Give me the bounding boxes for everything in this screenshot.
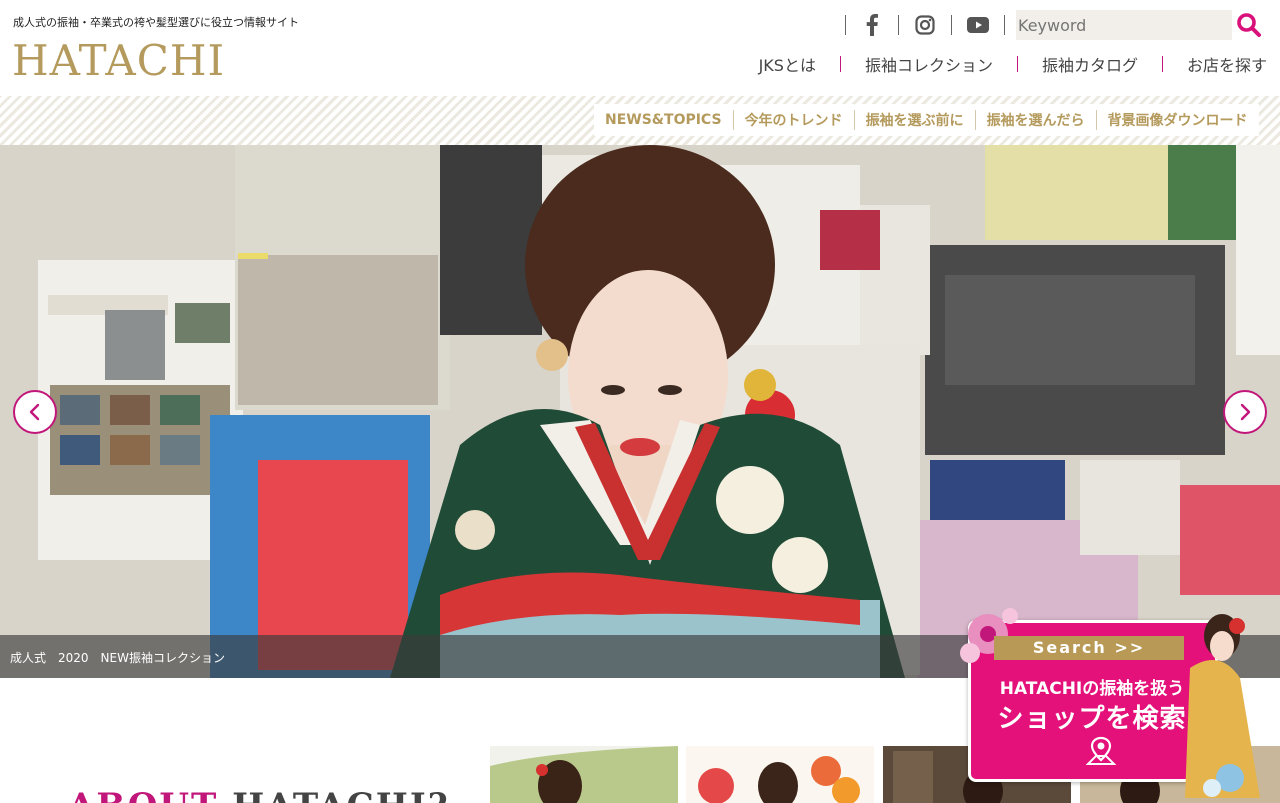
site-header: 成人式の振袖・卒業式の袴や髪型選びに役立つ情報サイト HATACHI JKSとは… — [0, 0, 1280, 96]
site-tagline: 成人式の振袖・卒業式の袴や髪型選びに役立つ情報サイト — [13, 16, 299, 29]
divider — [1161, 56, 1163, 72]
thumbnail-image — [490, 746, 678, 803]
map-pin-icon — [1084, 734, 1118, 772]
slider-prev-button[interactable] — [13, 390, 57, 434]
subnav-item-before-choosing[interactable]: 振袖を選ぶ前に — [855, 110, 975, 130]
divider — [839, 56, 841, 72]
subnav-item-wallpaper-download[interactable]: 背景画像ダウンロード — [1097, 110, 1259, 130]
search-box — [1016, 10, 1266, 40]
nav-item-catalog[interactable]: 振袖カタログ — [1029, 52, 1151, 76]
sub-nav: NEWS&TOPICS 今年のトレンド 振袖を選ぶ前に 振袖を選んだら 背景画像… — [594, 104, 1259, 136]
instagram-icon[interactable] — [899, 15, 951, 35]
divider — [1004, 15, 1005, 35]
slider-next-button[interactable] — [1223, 390, 1267, 434]
divider — [1016, 56, 1018, 72]
social-links — [845, 12, 1005, 38]
thumbnail[interactable] — [686, 746, 874, 803]
about-heading-part1: ABOUT — [68, 786, 218, 803]
search-input[interactable] — [1016, 10, 1232, 40]
chevron-left-icon — [29, 403, 40, 421]
search-icon[interactable] — [1232, 10, 1266, 40]
hero-slider[interactable] — [0, 145, 1280, 678]
about-heading: ABOUT HATACHI? — [68, 786, 450, 803]
nav-item-collection[interactable]: 振袖コレクション — [852, 52, 1006, 76]
main-nav: JKSとは 振袖コレクション 振袖カタログ お店を探す — [746, 52, 1267, 76]
thumbnail-image — [686, 746, 874, 803]
site-logo[interactable]: HATACHI — [12, 36, 225, 85]
badge-line2: ショップを検索 — [997, 704, 1187, 734]
nav-item-about-jks[interactable]: JKSとは — [746, 52, 829, 76]
hero-image — [0, 145, 1280, 678]
about-heading-part2: HATACHI? — [232, 786, 449, 803]
shop-search-badge[interactable]: Search >> HATACHIの振袖を扱う ショップを検索 — [960, 608, 1260, 798]
subnav-item-trend[interactable]: 今年のトレンド — [734, 110, 854, 130]
subnav-item-after-choosing[interactable]: 振袖を選んだら — [976, 110, 1096, 130]
badge-heading: Search >> — [994, 636, 1184, 660]
youtube-icon[interactable] — [952, 17, 1004, 33]
thumbnail[interactable] — [490, 746, 678, 803]
subnav-item-news[interactable]: NEWS&TOPICS — [594, 112, 733, 128]
hero-caption: 成人式 2020 NEW振袖コレクション — [10, 651, 225, 665]
chevron-right-icon — [1240, 403, 1251, 421]
badge-line1: HATACHIの振袖を扱う — [999, 679, 1185, 699]
nav-item-find-store[interactable]: お店を探す — [1174, 52, 1267, 76]
facebook-icon[interactable] — [846, 14, 898, 36]
